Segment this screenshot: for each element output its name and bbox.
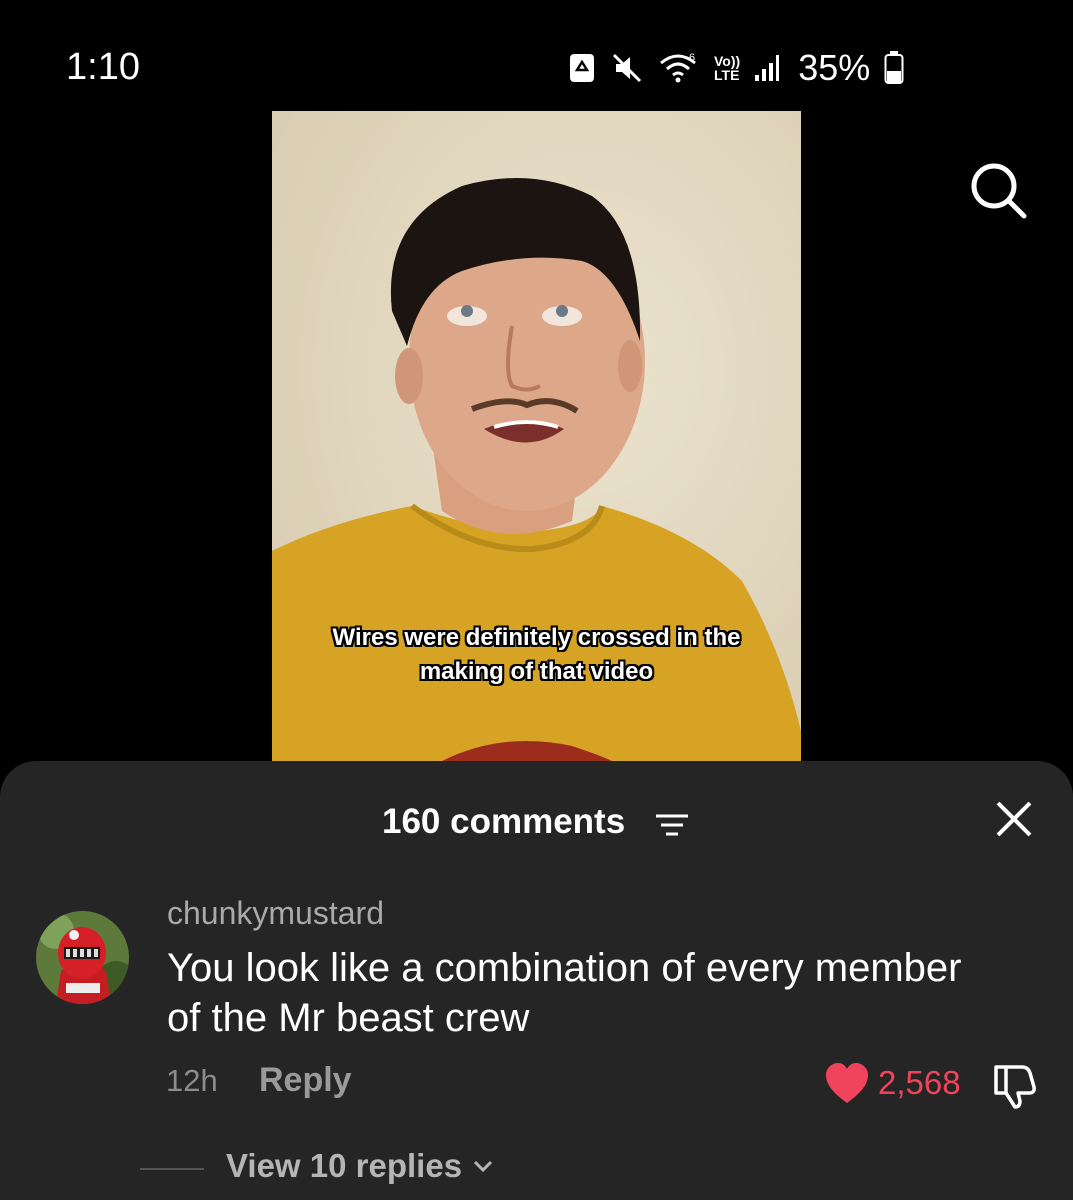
signal-icon — [755, 55, 780, 81]
status-clock: 1:10 — [66, 46, 140, 88]
network-type: Vo)) LTE — [714, 53, 741, 83]
thumbs-down-icon[interactable] — [990, 1061, 1040, 1109]
filter-icon[interactable] — [654, 811, 690, 839]
comment-text: You look like a combination of every mem… — [167, 946, 962, 1040]
comment-timestamp: 12h — [166, 1063, 218, 1098]
view-replies-button[interactable]: View 10 replies — [226, 1147, 494, 1185]
video-caption: Wires were definitely crossed in the mak… — [332, 624, 741, 685]
wifi-icon: 6 — [660, 52, 696, 83]
recycle-icon — [570, 54, 594, 82]
comment-count: 160 comments — [382, 802, 626, 841]
avatar[interactable] — [36, 911, 129, 1004]
comments-header: 160 comments — [0, 797, 1073, 847]
comments-sheet: 160 comments chunkymustard You look like… — [0, 761, 1073, 1200]
mute-icon — [612, 53, 642, 83]
svg-text:6: 6 — [689, 52, 695, 64]
status-icons: 6 Vo)) LTE 35% — [568, 46, 904, 90]
battery-icon — [884, 51, 904, 84]
like-count: 2,568 — [878, 1064, 961, 1101]
comment-username[interactable]: chunkymustard — [167, 895, 384, 932]
chevron-down-icon — [473, 1160, 493, 1173]
heart-icon[interactable] — [824, 1061, 870, 1107]
video-player[interactable]: Wires were definitely crossed in the mak… — [272, 111, 801, 761]
status-bar: 1:10 6 Vo)) LTE 35% — [0, 0, 1073, 100]
battery-percent: 35% — [798, 47, 871, 88]
replies-divider — [140, 1168, 204, 1170]
close-icon[interactable] — [994, 799, 1034, 839]
search-icon[interactable] — [966, 158, 1032, 224]
view-replies-label: View 10 replies — [226, 1147, 463, 1184]
reply-button[interactable]: Reply — [259, 1061, 352, 1100]
